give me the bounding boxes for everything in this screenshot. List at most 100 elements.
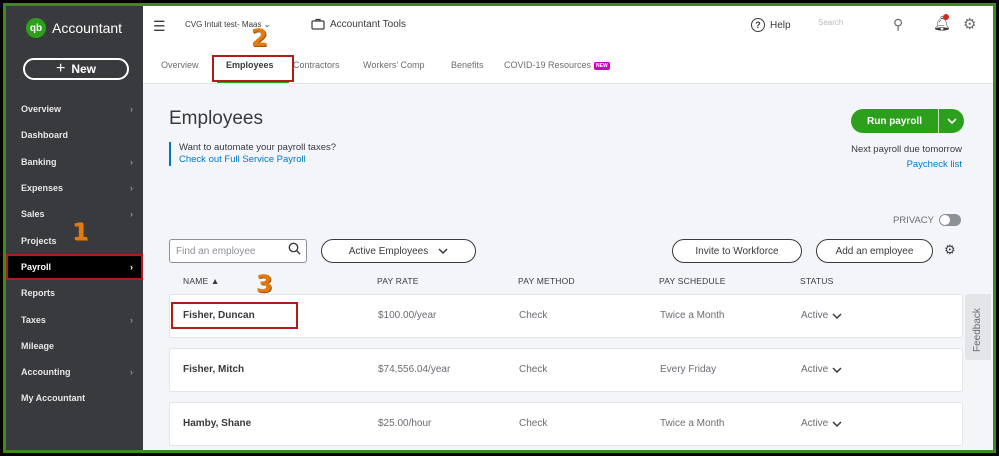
tab-covid-19-resources[interactable]: COVID-19 Resources NEW: [504, 60, 610, 70]
feedback-label: Feedback: [972, 308, 983, 352]
sidebar-item-banking[interactable]: Banking ›: [6, 149, 143, 175]
hamburger-menu-icon[interactable]: ☰: [153, 18, 166, 35]
chevron-down-icon: [438, 248, 448, 254]
status-label: Active: [801, 310, 829, 321]
chevron-right-icon: ›: [130, 314, 133, 325]
search-icon: [288, 242, 301, 258]
payroll-tabs: Overview Employees Contractors Workers' …: [143, 46, 993, 84]
add-employee-button[interactable]: Add an employee: [816, 239, 933, 263]
tab-overview[interactable]: Overview: [161, 60, 199, 70]
sidebar-item-label: Accounting: [21, 367, 71, 378]
chevron-down-icon: [832, 366, 842, 373]
privacy-toggle[interactable]: PRIVACY: [893, 214, 962, 226]
top-search-field[interactable]: Search: [818, 18, 878, 27]
employee-name-link[interactable]: Hamby, Shane: [183, 418, 251, 429]
paycheck-list-link[interactable]: Paycheck list: [907, 159, 962, 170]
chevron-right-icon: ›: [130, 104, 133, 115]
column-header-pay-method: PAY METHOD: [518, 276, 575, 286]
help-button[interactable]: ? Help: [751, 18, 791, 32]
briefcase-icon: [311, 18, 325, 30]
privacy-label: PRIVACY: [893, 214, 935, 226]
help-icon: ?: [751, 18, 765, 32]
full-service-promo: Want to automate your payroll taxes? Che…: [169, 142, 339, 166]
sidebar-item-payroll[interactable]: Payroll ›: [6, 253, 143, 281]
employees-tab-highlight: [212, 55, 294, 82]
sidebar: qb Accountant + New Overview › Dashboard …: [6, 6, 143, 450]
gear-icon[interactable]: ⚙: [963, 15, 976, 33]
sidebar-item-label: Dashboard: [21, 130, 69, 141]
pay-schedule: Every Friday: [660, 364, 717, 375]
chevron-right-icon: ›: [130, 183, 133, 194]
table-row[interactable]: Hamby, Shane $25.00/hour Check Twice a M…: [169, 402, 963, 446]
tab-contractors[interactable]: Contractors: [293, 60, 340, 70]
page-title: Employees: [169, 108, 263, 129]
status-dropdown[interactable]: Active: [801, 364, 842, 375]
sidebar-item-label: Projects: [21, 235, 57, 246]
sidebar-item-label: Overview: [21, 104, 62, 115]
table-row[interactable]: Fisher, Duncan $100.00/year Check Twice …: [169, 294, 963, 338]
pay-rate: $100.00/year: [378, 310, 437, 321]
full-service-payroll-link[interactable]: Check out Full Service Payroll: [179, 154, 339, 166]
pay-rate: $25.00/hour: [378, 418, 432, 429]
status-label: Active: [801, 364, 829, 375]
filter-label: Active Employees: [348, 245, 429, 257]
tab-benefits[interactable]: Benefits: [451, 60, 484, 70]
step-1-marker: 1: [72, 218, 89, 246]
employee-name-link[interactable]: Fisher, Mitch: [183, 364, 244, 375]
sidebar-item-label: Banking: [21, 156, 57, 167]
column-header-name[interactable]: NAME ▲: [183, 276, 220, 286]
promo-text: Want to automate your payroll taxes?: [179, 142, 337, 153]
run-payroll-button[interactable]: Run payroll: [851, 109, 964, 133]
invite-to-workforce-button[interactable]: Invite to Workforce: [672, 239, 802, 263]
pay-method: Check: [519, 310, 548, 321]
table-row[interactable]: Fisher, Mitch $74,556.04/year Check Ever…: [169, 348, 963, 392]
sidebar-item-taxes[interactable]: Taxes ›: [6, 306, 143, 332]
step-3-marker: 3: [256, 270, 273, 298]
tab-label: COVID-19 Resources: [504, 60, 592, 70]
accountant-tools-button[interactable]: Accountant Tools: [311, 18, 406, 30]
sidebar-nav: Overview › Dashboard Banking › Expenses › S…: [6, 96, 143, 412]
pay-method: Check: [519, 364, 548, 375]
quickbooks-logo-icon: qb: [26, 18, 46, 38]
table-settings-gear-icon[interactable]: ⚙: [944, 242, 956, 258]
chevron-right-icon: ›: [130, 367, 133, 378]
sidebar-item-label: Expenses: [21, 183, 64, 194]
sidebar-item-label: Mileage: [21, 340, 55, 351]
chevron-right-icon: ›: [130, 209, 133, 220]
chevron-down-icon[interactable]: [939, 116, 964, 127]
sidebar-item-expenses[interactable]: Expenses ›: [6, 175, 143, 201]
sidebar-item-my-accountant[interactable]: My Accountant: [6, 385, 143, 411]
status-dropdown[interactable]: Active: [801, 418, 842, 429]
step-2-marker: 2: [251, 24, 268, 52]
find-employee-input[interactable]: [169, 239, 307, 263]
sidebar-item-label: Payroll: [21, 261, 52, 272]
sidebar-item-label: Reports: [21, 288, 56, 299]
sidebar-item-overview[interactable]: Overview ›: [6, 96, 143, 122]
employee-name-highlight: [171, 302, 298, 329]
pay-method: Check: [519, 418, 548, 429]
employee-filter-dropdown[interactable]: Active Employees: [321, 239, 476, 263]
toggle-switch[interactable]: [939, 214, 962, 226]
run-payroll-label: Run payroll: [866, 115, 922, 127]
next-payroll-notice: Next payroll due tomorrow: [851, 144, 962, 155]
invite-label: Invite to Workforce: [695, 245, 779, 257]
column-header-pay-rate: PAY RATE: [377, 276, 419, 286]
pay-schedule: Twice a Month: [660, 418, 725, 429]
tab-workers-comp[interactable]: Workers' Comp: [363, 60, 425, 70]
main-content: Employees Want to automate your payroll …: [143, 84, 993, 450]
sidebar-item-accounting[interactable]: Accounting ›: [6, 359, 143, 385]
brand[interactable]: qb Accountant: [26, 18, 122, 38]
top-bar: ☰ CVG Intuit test- Maas ⌄ Accountant Too…: [143, 6, 993, 46]
sidebar-item-dashboard[interactable]: Dashboard: [6, 122, 143, 148]
new-button[interactable]: + New: [23, 58, 129, 80]
search-icon[interactable]: ⚲: [893, 16, 903, 33]
sidebar-item-label: Sales: [21, 209, 45, 220]
sidebar-item-label: My Accountant: [21, 393, 86, 404]
sidebar-item-mileage[interactable]: Mileage: [6, 333, 143, 359]
company-name: CVG Intuit test- Ma: [185, 20, 254, 29]
feedback-tab[interactable]: Feedback: [965, 294, 991, 360]
status-dropdown[interactable]: Active: [801, 310, 842, 321]
sidebar-item-reports[interactable]: Reports: [6, 280, 143, 306]
app-frame: qb Accountant + New Overview › Dashboard …: [3, 3, 996, 453]
brand-name: Accountant: [52, 20, 123, 36]
